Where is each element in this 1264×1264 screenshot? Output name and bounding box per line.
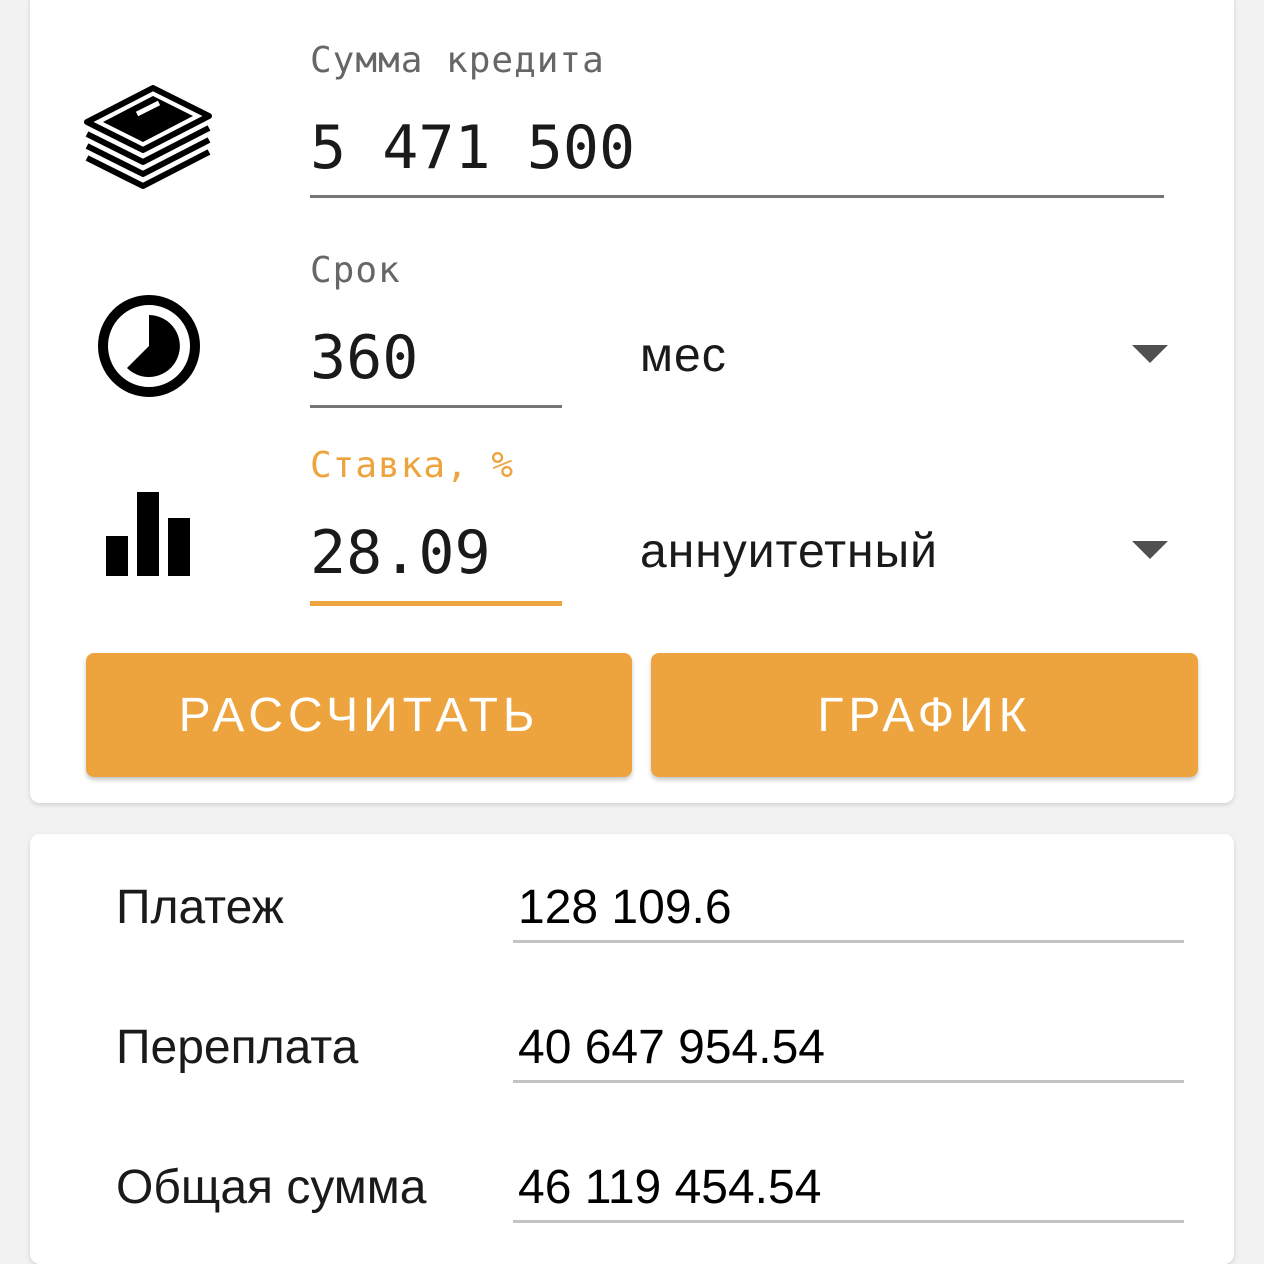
loan-amount-input[interactable] — [310, 113, 1164, 183]
term-label: Срок — [310, 250, 401, 291]
rate-underline-focused — [310, 601, 562, 606]
total-label: Общая сумма — [116, 1161, 427, 1214]
money-stack-icon — [83, 76, 213, 192]
payment-underline — [513, 940, 1184, 943]
loan-input-card: Сумма кредита Срок мес Ставка, % аннуите… — [30, 0, 1234, 803]
overpayment-value: 40 647 954.54 — [518, 1021, 825, 1074]
payment-value: 128 109.6 — [518, 881, 732, 934]
loan-amount-label: Сумма кредита — [310, 40, 605, 81]
payment-type-dropdown-arrow[interactable] — [1132, 541, 1168, 559]
term-input[interactable] — [310, 323, 562, 393]
rate-input[interactable] — [310, 518, 562, 588]
clock-icon — [96, 293, 202, 399]
results-card: Платеж 128 109.6 Переплата 40 647 954.54… — [30, 834, 1234, 1264]
rate-label: Ставка, % — [310, 445, 515, 486]
total-value: 46 119 454.54 — [518, 1161, 822, 1214]
schedule-button[interactable]: ГРАФИК — [651, 653, 1198, 777]
loan-amount-underline — [310, 195, 1164, 198]
total-underline — [513, 1220, 1184, 1223]
overpayment-underline — [513, 1080, 1184, 1083]
term-unit-dropdown-arrow[interactable] — [1132, 345, 1168, 363]
term-underline — [310, 405, 562, 408]
bar-chart-icon — [106, 492, 194, 576]
term-unit-select[interactable]: мес — [640, 328, 727, 383]
overpayment-label: Переплата — [116, 1021, 359, 1074]
payment-type-select[interactable]: аннуитетный — [640, 524, 938, 579]
calculate-button[interactable]: РАССЧИТАТЬ — [86, 653, 632, 777]
payment-label: Платеж — [116, 881, 284, 934]
